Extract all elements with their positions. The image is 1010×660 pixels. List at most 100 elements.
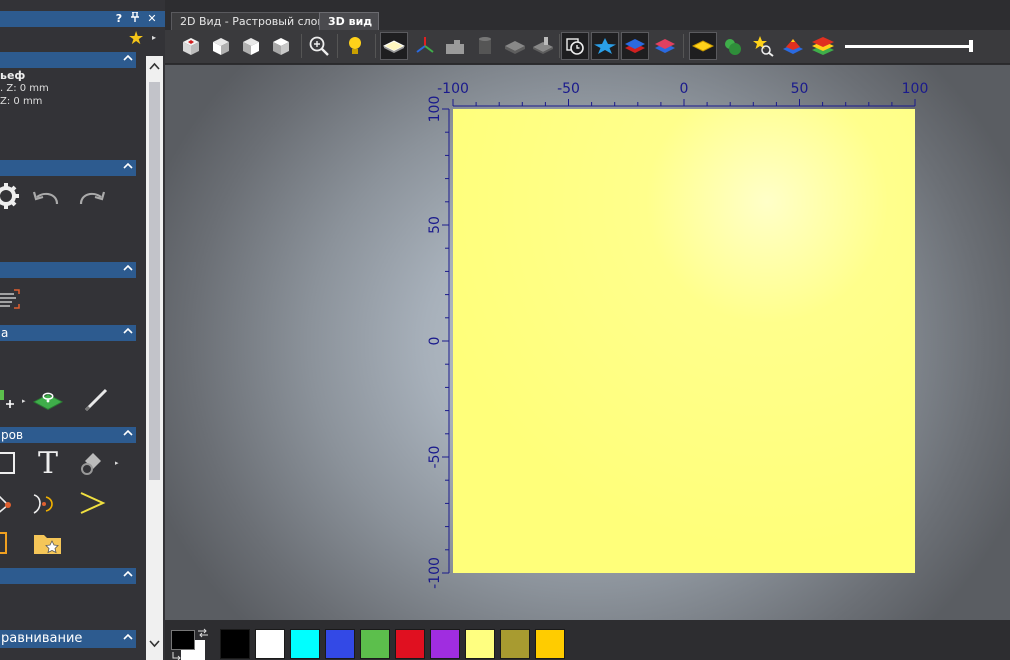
collapse-chevron-icon[interactable] [122,630,134,646]
relief-surface[interactable] [453,109,915,573]
y-axis: 100 50 0 -50 -100 [427,96,450,589]
favorites-row: ★ [0,27,146,51]
reset-colors-icon[interactable] [171,651,181,660]
toolbar-separator [337,34,338,58]
fg-bg-color-selector[interactable] [171,628,211,660]
transparency-slider[interactable] [845,39,975,53]
relief-plot: -100 -50 0 50 100 100 50 0 -50 -100 [427,81,928,589]
undo-icon[interactable] [30,182,62,214]
close-panel-button[interactable]: ✕ [145,11,159,27]
light-icon[interactable] [341,32,369,60]
help-button[interactable]: ? [112,11,126,27]
redo-icon[interactable] [76,182,108,214]
x-tick-label: -100 [437,81,469,97]
x-axis: -100 -50 0 50 100 [437,81,928,107]
collapse-chevron-icon[interactable] [122,262,134,278]
swap-colors-icon[interactable] [197,628,209,641]
gray-block-icon[interactable] [501,32,529,60]
slider-track[interactable] [845,45,971,48]
favorite-star-icon[interactable]: ★ [128,28,144,50]
scrollbar-thumb[interactable] [149,82,160,480]
settings-gear-icon[interactable] [0,180,22,212]
color-swatch[interactable] [465,629,495,659]
panel-vertical-scrollbar[interactable] [146,56,163,660]
tab-2d-view[interactable]: 2D Вид - Растровый слой [171,12,332,30]
cylinder-icon[interactable] [471,32,499,60]
blue-star-icon[interactable] [591,32,619,60]
view-iso-cube-icon[interactable] [177,32,205,60]
zoom-icon[interactable] [305,32,333,60]
color-swatch[interactable] [535,629,565,659]
x-tick-label: 50 [791,81,809,97]
y-tick-label: 0 [427,337,443,346]
scroll-up-arrow-icon[interactable] [146,56,163,76]
angle-tool-icon[interactable] [76,487,108,519]
slider-handle[interactable] [969,40,973,52]
x-tick-label: -50 [557,81,580,97]
toolbar-separator [559,34,560,58]
timer-icon[interactable] [561,32,589,60]
yellow-layer-icon[interactable] [689,32,717,60]
vector-library-icon[interactable] [0,527,20,559]
color-swatch[interactable] [500,629,530,659]
text-tool-icon[interactable]: T [32,446,64,481]
collapse-chevron-icon[interactable] [122,325,134,341]
pen-tool-icon[interactable] [80,384,112,416]
view-top-cube-icon[interactable] [267,32,295,60]
color-swatch[interactable] [255,629,285,659]
tool-block-icon[interactable] [529,32,557,60]
favorites-folder-icon[interactable] [32,527,64,559]
pin-button[interactable] [128,11,142,27]
color-swatch[interactable] [290,629,320,659]
scroll-down-arrow-icon[interactable] [146,634,163,654]
submenu-arrow-icon[interactable]: ▸ [22,397,26,405]
section-header-7[interactable]: равнивание [0,630,136,648]
view-front-cube-icon[interactable] [207,32,235,60]
section-header-2[interactable] [0,160,136,176]
color-swatch[interactable] [325,629,355,659]
fill-bucket-icon[interactable] [76,447,108,479]
collapse-chevron-icon[interactable] [122,568,134,584]
3d-viewport[interactable]: -100 -50 0 50 100 100 50 0 -50 -100 [165,65,1010,620]
vector-node-icon[interactable] [0,487,20,519]
rainbow-layers-icon[interactable] [809,32,837,60]
left-tool-panel: ? ✕ ★ ьеф . Z: 0 mm Z: 0 mm а ▸ ров T ▸ … [0,0,165,660]
machine-part-icon[interactable] [441,32,469,60]
rectangle-tool-icon[interactable] [0,447,20,479]
collapse-chevron-icon[interactable] [122,160,134,176]
star-search-icon[interactable] [749,32,777,60]
relief-info-line1: . Z: 0 mm [0,83,49,94]
submenu-arrow-icon[interactable]: ▸ [115,459,119,467]
red-layers-icon[interactable] [651,32,679,60]
panel-content: ★ ьеф . Z: 0 mm Z: 0 mm а ▸ ров T ▸ равн… [0,27,146,660]
color-swatch[interactable] [360,629,390,659]
pyramid-icon[interactable] [779,32,807,60]
section-header-6[interactable] [0,568,136,584]
favorites-menu-arrow-icon[interactable]: ▸ [152,33,156,42]
color-swatch[interactable] [395,629,425,659]
panel-titlebar: ? ✕ [0,11,165,27]
blue-layers-icon[interactable] [621,32,649,60]
layer-lines-icon[interactable] [0,283,26,315]
section-header-4[interactable]: а [0,325,136,341]
color-swatch[interactable] [220,629,250,659]
section-header-1[interactable] [0,52,136,68]
shaded-layer-icon[interactable] [380,32,408,60]
x-tick-label: 0 [680,81,689,97]
trim-vector-icon[interactable] [30,487,62,519]
relief-plane-icon[interactable] [32,384,64,416]
section-header-3[interactable] [0,262,136,278]
collapse-chevron-icon[interactable] [122,427,134,443]
collapse-chevron-icon[interactable] [122,52,134,68]
axes-icon[interactable] [411,32,439,60]
view-side-cube-icon[interactable] [237,32,265,60]
tab-3d-view[interactable]: 3D вид [319,12,380,30]
green-shapes-icon[interactable] [719,32,747,60]
foreground-color-swatch[interactable] [171,630,195,650]
toolbar-separator [301,34,302,58]
color-swatch[interactable] [430,629,460,659]
y-tick-label: 100 [427,96,443,123]
toolbar-separator [683,34,684,58]
section-header-5[interactable]: ров [0,427,136,443]
add-layer-icon[interactable] [0,384,18,416]
